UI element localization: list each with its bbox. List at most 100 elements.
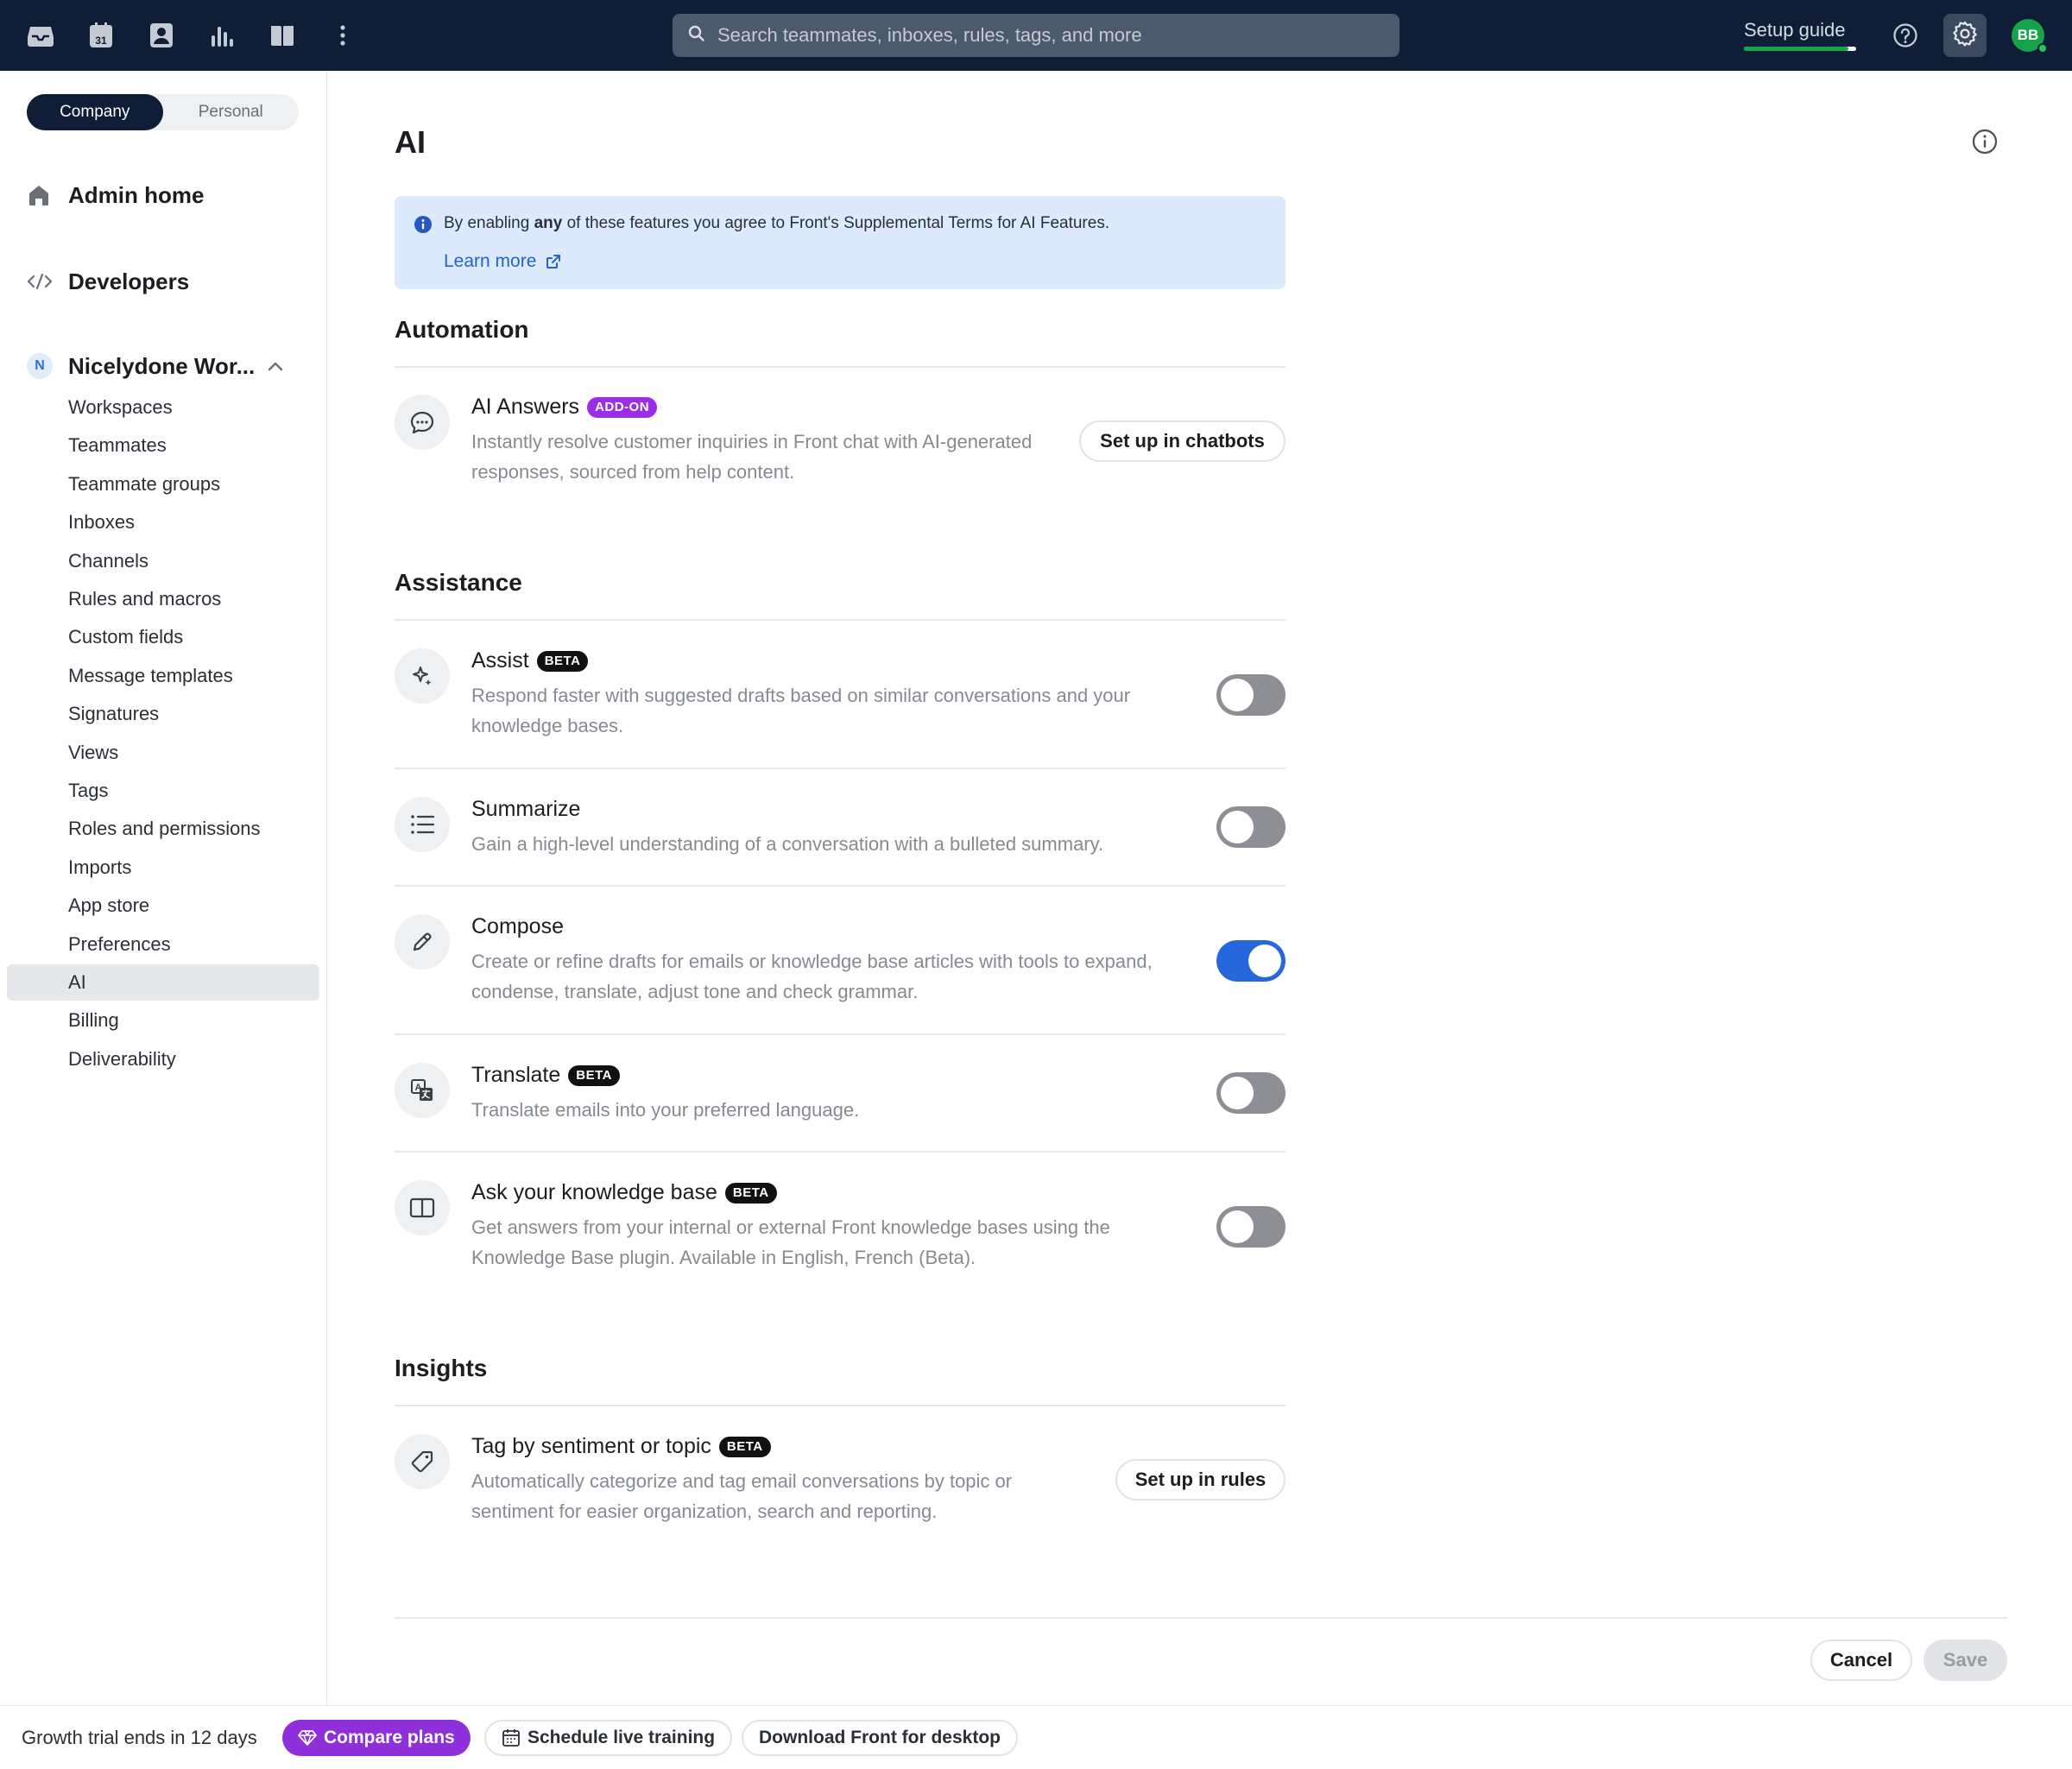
sidebar-item-rules-and-macros[interactable]: Rules and macros bbox=[7, 581, 319, 617]
download-desktop-label: Download Front for desktop bbox=[759, 1728, 1001, 1747]
feature-title-text: AI Answers bbox=[471, 395, 580, 419]
setup-guide-label: Setup guide bbox=[1744, 19, 1846, 41]
workspace-group-header[interactable]: N Nicelydone Wor... bbox=[27, 349, 303, 383]
sidebar-item-channels[interactable]: Channels bbox=[7, 543, 319, 579]
avatar[interactable]: BB bbox=[2012, 19, 2048, 54]
cancel-button[interactable]: Cancel bbox=[1810, 1639, 1912, 1681]
sidebar-item-roles-and-permissions[interactable]: Roles and permissions bbox=[7, 811, 319, 847]
help-icon[interactable] bbox=[1887, 17, 1924, 54]
sidebar-item-billing[interactable]: Billing bbox=[7, 1002, 319, 1039]
sidebar-item-ai[interactable]: AI bbox=[7, 964, 319, 1001]
feature-desc-line: responses, sourced from help content. bbox=[471, 461, 795, 483]
sidebar-item-admin-home[interactable]: Admin home bbox=[27, 178, 204, 212]
sidebar-item-teammates[interactable]: Teammates bbox=[7, 427, 319, 464]
settings-button[interactable] bbox=[1943, 14, 1987, 57]
sidebar-item-signatures[interactable]: Signatures bbox=[7, 696, 319, 732]
beta-badge: BETA bbox=[718, 1436, 771, 1457]
more-vertical-icon[interactable] bbox=[325, 17, 361, 54]
sidebar-item-developers[interactable]: Developers bbox=[27, 264, 189, 299]
chat-bubble-icon bbox=[395, 395, 450, 450]
feature-title-compose: Compose bbox=[471, 914, 564, 939]
sidebar-item-deliverability[interactable]: Deliverability bbox=[7, 1041, 319, 1077]
scope-toggle: Company Personal bbox=[27, 94, 299, 130]
divider bbox=[395, 1151, 1286, 1153]
divider bbox=[395, 619, 1286, 621]
knowledge-base-toggle[interactable] bbox=[1216, 1206, 1286, 1248]
diamond-icon bbox=[298, 1729, 317, 1747]
feature-desc-line: Instantly resolve customer inquiries in … bbox=[471, 431, 1033, 452]
download-desktop-button[interactable]: Download Front for desktop bbox=[742, 1720, 1018, 1756]
feature-desc-line: condense, translate, adjust tone and che… bbox=[471, 981, 919, 1002]
feature-desc-assist: Respond faster with suggested drafts bas… bbox=[471, 680, 1130, 741]
feature-desc-line: Translate emails into your preferred lan… bbox=[471, 1099, 860, 1121]
sidebar-item-label: Preferences bbox=[68, 932, 171, 955]
tab-company[interactable]: Company bbox=[27, 94, 163, 130]
notice-text-bold: any bbox=[534, 214, 563, 232]
info-icon bbox=[414, 215, 433, 238]
setup-rules-button[interactable]: Set up in rules bbox=[1115, 1459, 1286, 1500]
sidebar-item-workspaces[interactable]: Workspaces bbox=[7, 389, 319, 426]
sidebar-item-label: Signatures bbox=[68, 703, 160, 725]
schedule-training-button[interactable]: Schedule live training bbox=[484, 1720, 733, 1756]
divider bbox=[395, 885, 1286, 887]
sidebar-item-preferences[interactable]: Preferences bbox=[7, 926, 319, 963]
sidebar-item-label: Billing bbox=[68, 1009, 119, 1032]
sidebar-item-imports[interactable]: Imports bbox=[7, 850, 319, 886]
sidebar-item-label: Inboxes bbox=[68, 511, 136, 534]
contacts-icon[interactable] bbox=[143, 17, 180, 54]
feature-title-text: Assist bbox=[471, 648, 529, 673]
inbox-icon[interactable] bbox=[22, 17, 59, 54]
sidebar-item-label: Channels bbox=[68, 549, 148, 572]
translate-toggle[interactable] bbox=[1216, 1072, 1286, 1114]
save-button[interactable]: Save bbox=[1924, 1639, 2007, 1681]
compare-plans-label: Compare plans bbox=[324, 1728, 455, 1747]
sidebar-item-custom-fields[interactable]: Custom fields bbox=[7, 619, 319, 655]
online-status-dot bbox=[2037, 43, 2048, 54]
sidebar-item-tags[interactable]: Tags bbox=[7, 773, 319, 809]
sidebar-item-label: Custom fields bbox=[68, 626, 184, 648]
beta-badge: BETA bbox=[724, 1182, 777, 1204]
sidebar-item-message-templates[interactable]: Message templates bbox=[7, 658, 319, 694]
beta-badge: BETA bbox=[568, 1065, 621, 1086]
feature-title-assist: Assist BETA bbox=[471, 648, 589, 673]
analytics-icon[interactable] bbox=[204, 17, 240, 54]
bottom-bar: Growth trial ends in 12 days Compare pla… bbox=[0, 1705, 2072, 1769]
feature-desc-ai-answers: Instantly resolve customer inquiries in … bbox=[471, 426, 1032, 487]
sidebar-item-label: Admin home bbox=[68, 181, 205, 208]
sidebar-item-label: AI bbox=[68, 971, 86, 993]
search-placeholder: Search teammates, inboxes, rules, tags, … bbox=[717, 24, 1142, 46]
feature-desc-translate: Translate emails into your preferred lan… bbox=[471, 1095, 859, 1125]
learn-more-link[interactable]: Learn more bbox=[444, 251, 562, 272]
code-icon bbox=[27, 273, 54, 290]
chevron-up-icon[interactable] bbox=[268, 361, 283, 371]
info-icon[interactable] bbox=[1971, 128, 1999, 160]
compose-toggle[interactable] bbox=[1216, 940, 1286, 982]
pencil-icon bbox=[395, 914, 450, 970]
assist-toggle[interactable] bbox=[1216, 674, 1286, 716]
summarize-toggle[interactable] bbox=[1216, 806, 1286, 848]
feature-title-text: Translate bbox=[471, 1063, 561, 1087]
divider bbox=[395, 768, 1286, 769]
sidebar-item-teammate-groups[interactable]: Teammate groups bbox=[7, 466, 319, 502]
feature-title-summarize: Summarize bbox=[471, 797, 580, 822]
sparkle-icon bbox=[395, 648, 450, 704]
feature-desc-line: Knowledge Base plugin. Available in Engl… bbox=[471, 1247, 976, 1268]
sidebar-item-label: Teammates bbox=[68, 434, 167, 457]
tag-icon bbox=[395, 1434, 450, 1489]
sidebar-item-views[interactable]: Views bbox=[7, 735, 319, 771]
sidebar-item-label: Teammate groups bbox=[68, 472, 221, 495]
sidebar-item-inboxes[interactable]: Inboxes bbox=[7, 504, 319, 540]
feature-title-translate: Translate BETA bbox=[471, 1063, 621, 1088]
compare-plans-button[interactable]: Compare plans bbox=[282, 1720, 471, 1756]
setup-chatbots-button[interactable]: Set up in chatbots bbox=[1079, 420, 1286, 462]
tab-personal[interactable]: Personal bbox=[163, 94, 300, 130]
translate-icon: A bbox=[395, 1063, 450, 1118]
knowledge-base-icon[interactable] bbox=[264, 17, 300, 54]
feature-desc-line: Create or refine drafts for emails or kn… bbox=[471, 951, 1153, 972]
setup-guide-button[interactable]: Setup guide bbox=[1744, 17, 1856, 55]
search-input[interactable]: Search teammates, inboxes, rules, tags, … bbox=[673, 14, 1399, 57]
section-title-automation: Automation bbox=[395, 316, 529, 343]
calendar-icon[interactable]: 31 bbox=[83, 17, 119, 54]
ai-terms-notice: By enabling any of these features you ag… bbox=[395, 196, 1286, 289]
sidebar-item-app-store[interactable]: App store bbox=[7, 888, 319, 924]
